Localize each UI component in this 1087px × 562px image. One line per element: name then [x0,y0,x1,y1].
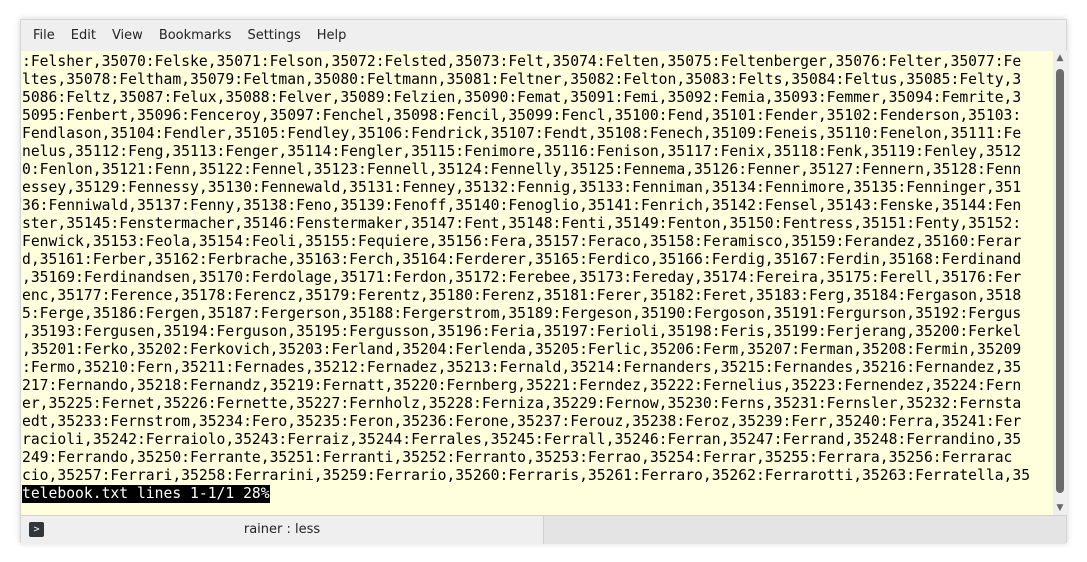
output-line: cio,35257:Ferrari,35258:Ferrarini,35259:… [22,467,1031,484]
output-line: d,35161:Ferber,35162:Ferbrache,35163:Fer… [22,251,1022,268]
output-line: :Fermo,35210:Fern,35211:Fernades,35212:F… [22,359,1022,376]
menu-view[interactable]: View [104,20,151,51]
less-status-line: telebook.txt lines 1-1/1 28% [22,485,270,503]
output-line: ,35201:Ferko,35202:Ferkovich,35203:Ferla… [22,341,1022,358]
menu-bookmarks[interactable]: Bookmarks [151,20,240,51]
tab-title: rainer : less [243,522,321,537]
menubar: File Edit View Bookmarks Settings Help [21,20,1070,51]
output-line: ltes,35078:Feltham,35079:Feltman,35080:F… [22,71,1022,88]
scrollbar-thumb[interactable] [1056,69,1064,493]
konsole-window: File Edit View Bookmarks Settings Help :… [20,19,1070,544]
output-line: 0:Fenlon,35121:Fenn,35122:Fennel,35123:F… [22,161,1022,178]
vertical-scrollbar[interactable]: ▲ ▼ [1053,51,1067,515]
output-line: 5095:Fenbert,35096:Fenceroy,35097:Fenche… [22,107,1022,124]
output-line: nelus,35112:Feng,35113:Fenger,35114:Feng… [22,143,1022,160]
scroll-down-arrow-icon[interactable]: ▼ [1053,501,1067,515]
output-line: enc,35177:Ference,35178:Ferencz,35179:Fe… [22,287,1022,304]
output-line: edt,35233:Fernstrom,35234:Fero,35235:Fer… [22,413,1022,430]
menu-help[interactable]: Help [309,20,355,51]
menu-settings[interactable]: Settings [239,20,308,51]
output-line: essey,35129:Fennessy,35130:Fennewald,351… [22,179,1022,196]
output-line: 217:Fernando,35218:Fernandz,35219:Fernat… [22,377,1022,394]
output-line: :Felsher,35070:Felske,35071:Felson,35072… [22,53,1022,70]
output-line: ,35169:Ferdinandsen,35170:Ferdolage,3517… [22,269,1022,286]
output-line: racioli,35242:Ferraiolo,35243:Ferraiz,35… [22,431,1022,448]
scroll-up-arrow-icon[interactable]: ▲ [1053,51,1067,65]
tab-bar: > rainer : less [21,515,1066,544]
menu-file[interactable]: File [25,20,63,51]
terminal-area[interactable]: :Felsher,35070:Felske,35071:Felson,35072… [21,51,1053,515]
output-line: ,35193:Fergusen,35194:Ferguson,35195:Fer… [22,323,1022,340]
output-line: 5:Ferge,35186:Fergen,35187:Fergerson,351… [22,305,1022,322]
terminal-output: :Felsher,35070:Felske,35071:Felson,35072… [22,53,1030,503]
output-line: Fenwick,35153:Feola,35154:Feoli,35155:Fe… [22,233,1022,250]
output-line: er,35225:Fernet,35226:Fernette,35227:Fer… [22,395,1022,412]
output-line: 5086:Feltz,35087:Felux,35088:Felver,3508… [22,89,1022,106]
tab-rainer-less[interactable]: > rainer : less [21,516,544,544]
output-line: Fendlason,35104:Fendler,35105:Fendley,35… [22,125,1022,142]
output-line: 249:Ferrando,35250:Ferrante,35251:Ferran… [22,449,1013,466]
menu-edit[interactable]: Edit [63,20,104,51]
output-line: ster,35145:Fenstermacher,35146:Fensterma… [22,215,1022,232]
output-line: 36:Fenniwald,35137:Fenny,35138:Feno,3513… [22,197,1022,214]
